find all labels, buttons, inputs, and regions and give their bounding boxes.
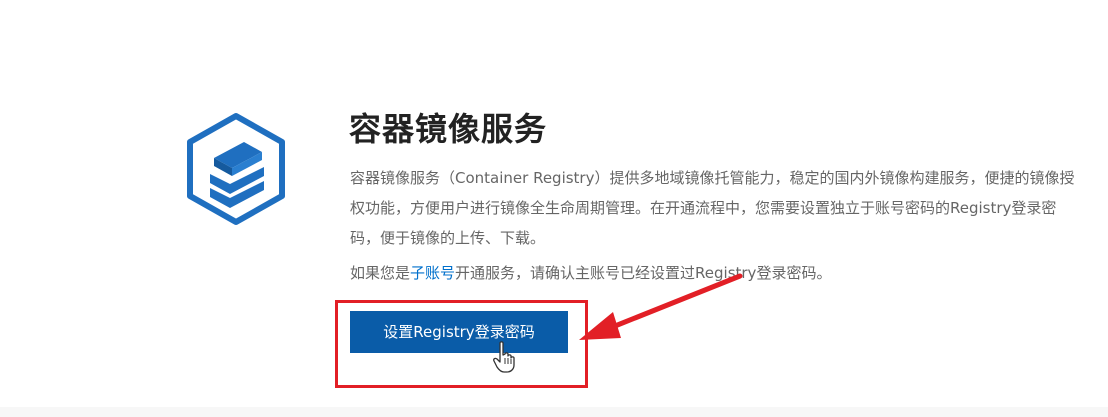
page-bottom-band	[0, 407, 1108, 417]
container-registry-hexagon-icon	[187, 113, 285, 225]
set-registry-password-button[interactable]: 设置Registry登录密码	[350, 311, 568, 353]
service-description: 容器镜像服务（Container Registry）提供多地域镜像托管能力，稳定…	[350, 169, 1075, 247]
page-title: 容器镜像服务	[349, 110, 548, 148]
hand-pointer-cursor-icon	[493, 341, 515, 373]
notice-prefix: 如果您是	[350, 264, 411, 282]
container-registry-logo	[184, 112, 288, 226]
subaccount-link[interactable]: 子账号	[410, 264, 455, 282]
red-arrow-icon	[579, 273, 743, 340]
